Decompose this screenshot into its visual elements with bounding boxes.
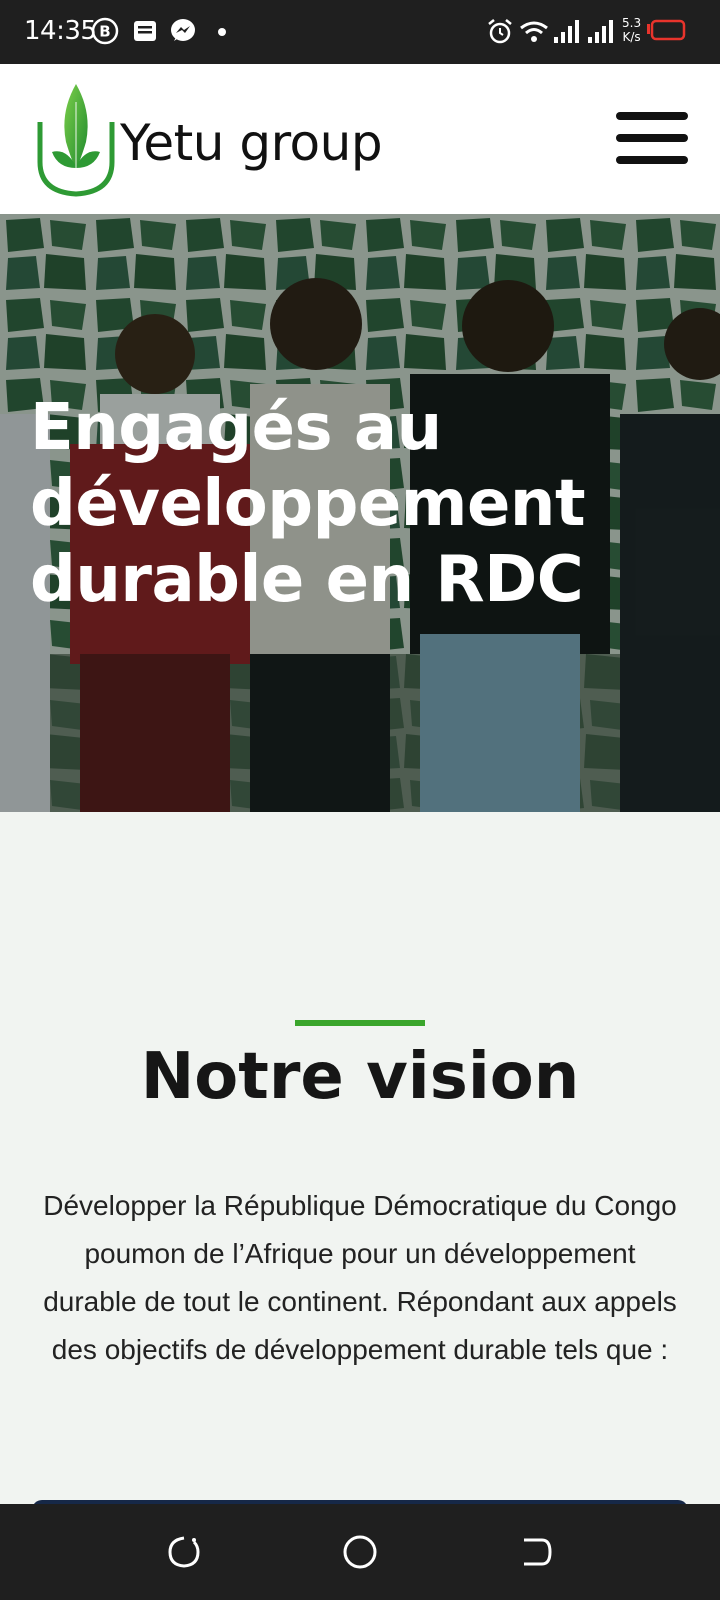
signal-icon	[554, 20, 579, 43]
network-speed-unit: K/s	[622, 30, 641, 44]
recent-apps-icon[interactable]	[164, 1532, 204, 1572]
wifi-icon	[520, 21, 548, 42]
svg-text:B: B	[99, 23, 110, 41]
dot-icon	[218, 28, 226, 36]
status-time: 14:35	[24, 16, 97, 46]
b-badge-icon: B	[91, 17, 119, 45]
hamburger-menu-icon[interactable]	[616, 112, 688, 170]
network-speed-value: 5.3	[622, 16, 642, 30]
network-speed: 5.3 K/s	[622, 16, 641, 44]
alarm-icon	[488, 19, 512, 44]
signal-icon	[588, 20, 613, 43]
brand-name[interactable]: Yetu group	[120, 114, 383, 172]
messenger-icon	[171, 19, 195, 41]
system-nav-bar	[0, 1504, 720, 1600]
site-header: Yetu group	[0, 64, 720, 214]
message-icon	[134, 21, 156, 41]
status-bar: 14:35 B 5.3 K/s	[0, 0, 720, 64]
back-icon[interactable]	[516, 1532, 556, 1572]
leaf-logo-icon[interactable]	[36, 82, 116, 198]
hero-title: Engagés au développement durable en RDC	[30, 391, 586, 617]
battery-icon	[647, 19, 686, 41]
hero-banner: Engagés au développement durable en RDC	[0, 214, 720, 812]
vision-title: Notre vision	[140, 1040, 580, 1114]
home-icon[interactable]	[340, 1532, 380, 1572]
section-accent-line	[295, 1020, 425, 1026]
vision-text: Développer la République Démocratique du…	[43, 1190, 677, 1365]
